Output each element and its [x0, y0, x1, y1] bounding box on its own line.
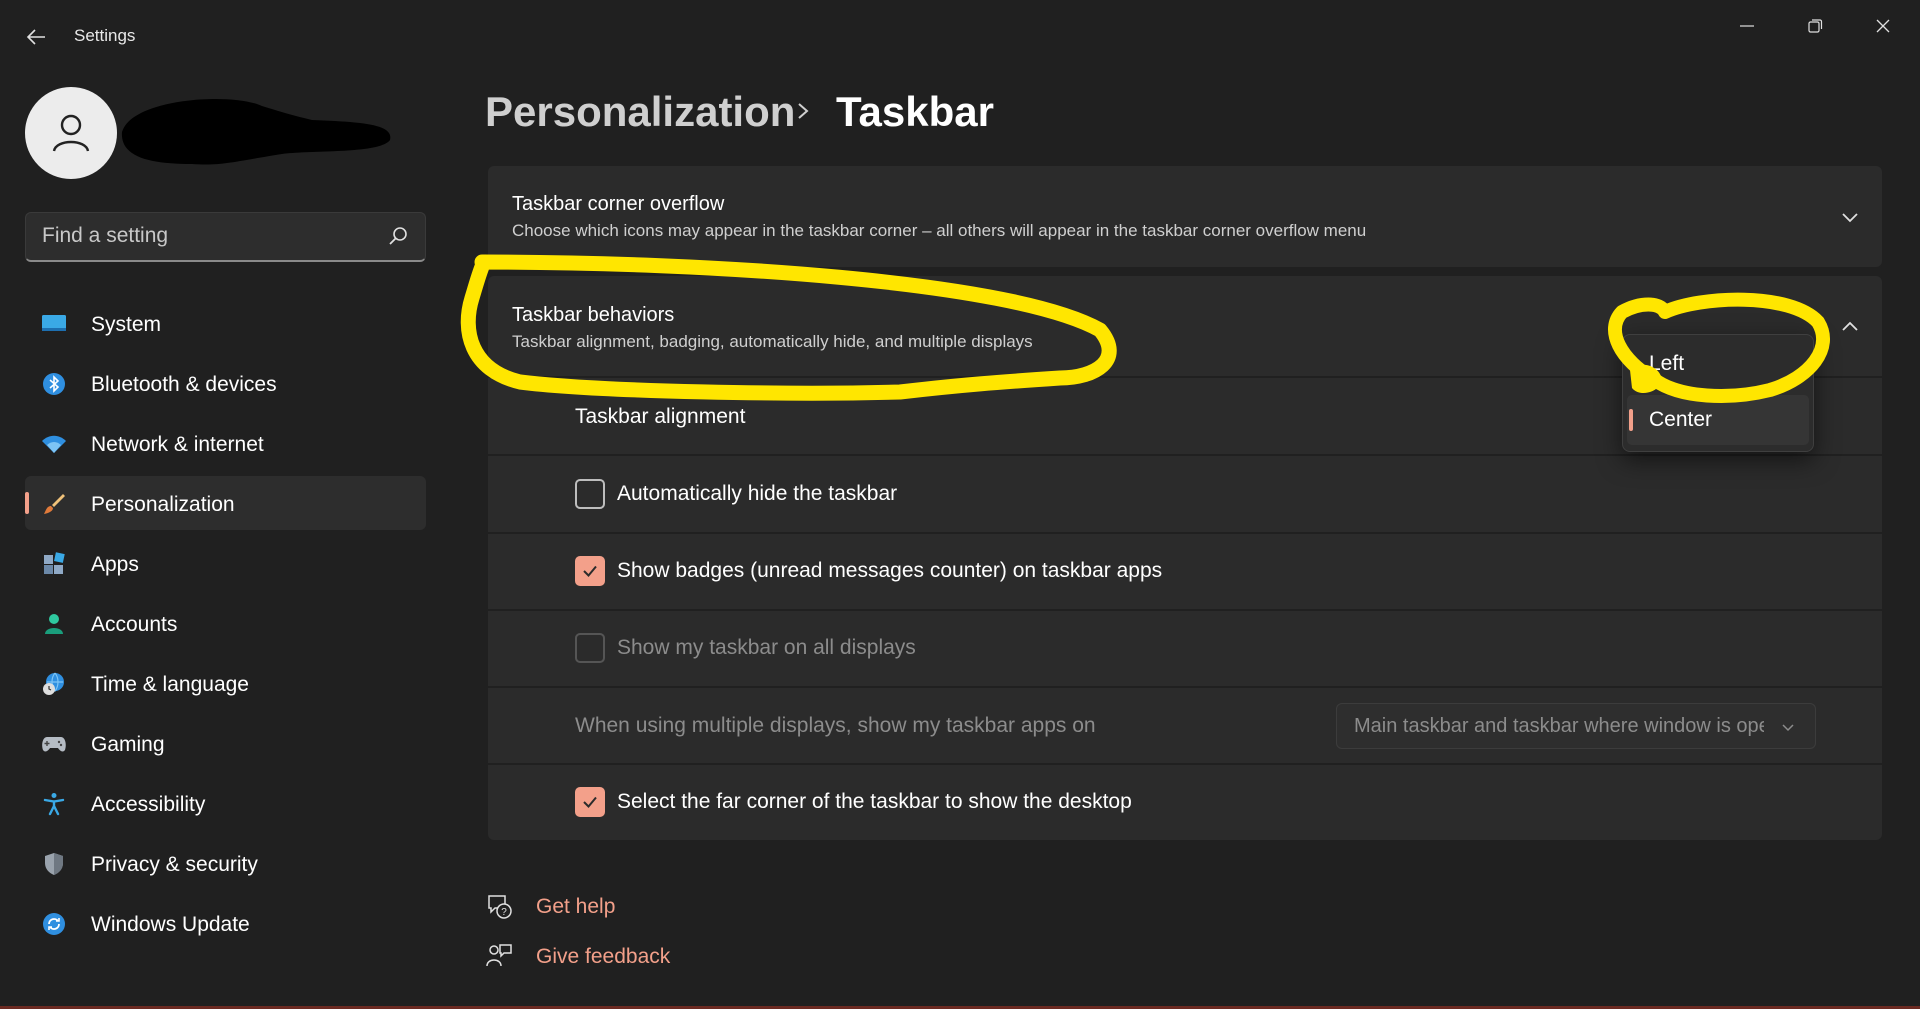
close-button[interactable] [1852, 8, 1914, 44]
user-icon [52, 114, 90, 152]
badges-row[interactable]: Show badges (unread messages counter) on… [488, 534, 1882, 609]
badges-checkbox[interactable] [575, 556, 605, 586]
feedback-icon [486, 944, 512, 967]
back-arrow-icon [26, 29, 45, 45]
apps-icon [41, 551, 67, 577]
section-description: Choose which icons may appear in the tas… [512, 221, 1367, 240]
svg-text:?: ? [501, 907, 507, 918]
search-box[interactable] [25, 212, 426, 262]
alignment-option-left[interactable]: Left [1627, 339, 1809, 389]
brush-icon [41, 491, 67, 517]
alignment-option-center[interactable]: Center [1627, 395, 1809, 445]
sidebar-item-bluetooth[interactable]: Bluetooth & devices [25, 356, 426, 410]
checkmark-icon [583, 796, 597, 808]
multi-display-value: Main taskbar and taskbar where window is… [1354, 715, 1764, 737]
help-icon: ? [488, 895, 512, 919]
option-label: Center [1649, 408, 1713, 431]
all-displays-checkbox [575, 633, 605, 663]
sidebar-item-label: Accounts [91, 613, 178, 636]
close-icon [1876, 19, 1890, 33]
sidebar-item-label: Bluetooth & devices [91, 373, 277, 396]
person-icon [41, 611, 67, 637]
back-button[interactable] [18, 20, 54, 54]
sidebar-item-label: Accessibility [91, 793, 206, 816]
sidebar-item-privacy[interactable]: Privacy & security [25, 836, 426, 890]
avatar[interactable] [25, 87, 117, 179]
multi-display-row: When using multiple displays, show my ta… [488, 688, 1882, 763]
sidebar-item-label: Windows Update [91, 913, 250, 936]
far-corner-label: Select the far corner of the taskbar to … [617, 790, 1132, 813]
accessibility-icon [41, 791, 67, 817]
all-displays-row: Show my taskbar on all displays [488, 611, 1882, 686]
app-title: Settings [74, 26, 136, 45]
sidebar-item-label: Time & language [91, 673, 249, 696]
sidebar-item-time-language[interactable]: Time & language [25, 656, 426, 710]
restore-icon [1808, 19, 1823, 33]
restore-button[interactable] [1784, 8, 1846, 44]
sidebar-item-label: Gaming [91, 733, 165, 756]
section-title: Taskbar behaviors [512, 304, 675, 326]
page-title: Taskbar [836, 88, 994, 135]
breadcrumb-chevron-icon [798, 103, 809, 119]
far-corner-row[interactable]: Select the far corner of the taskbar to … [488, 765, 1882, 840]
chevron-down-icon[interactable] [1838, 205, 1862, 229]
all-displays-label: Show my taskbar on all displays [617, 636, 916, 659]
globe-clock-icon [41, 671, 67, 697]
section-title: Taskbar corner overflow [512, 193, 725, 215]
option-label: Left [1649, 352, 1685, 375]
sidebar-item-label: Network & internet [91, 433, 264, 456]
auto-hide-row[interactable]: Automatically hide the taskbar [488, 456, 1882, 532]
sidebar-item-system[interactable]: System [25, 296, 426, 350]
gamepad-icon [41, 731, 67, 757]
wifi-icon [41, 431, 67, 457]
sidebar-item-windows-update[interactable]: Windows Update [25, 896, 426, 950]
chevron-down-icon [1782, 724, 1794, 732]
taskbar-alignment-label: Taskbar alignment [575, 405, 746, 428]
bluetooth-icon [41, 371, 67, 397]
checkmark-icon [583, 565, 597, 577]
search-icon[interactable] [387, 225, 409, 247]
sidebar-item-label: Privacy & security [91, 853, 258, 876]
title-bar: Settings [0, 0, 1920, 72]
breadcrumb-parent[interactable]: Personalization [485, 88, 795, 136]
sidebar-item-label: System [91, 313, 162, 336]
shield-icon [41, 851, 67, 877]
get-help-label: Get help [536, 895, 616, 918]
update-icon [41, 911, 67, 937]
give-feedback-label: Give feedback [536, 945, 671, 968]
badges-label: Show badges (unread messages counter) on… [617, 559, 1163, 582]
auto-hide-checkbox[interactable] [575, 479, 605, 509]
taskbar-corner-overflow-section[interactable]: Taskbar corner overflow Choose which ico… [488, 166, 1882, 267]
sidebar-item-personalization[interactable]: Personalization [25, 476, 426, 530]
search-input[interactable] [26, 213, 366, 259]
redacted-username [121, 98, 391, 165]
sidebar-item-accounts[interactable]: Accounts [25, 596, 426, 650]
far-corner-checkbox[interactable] [575, 787, 605, 817]
minimize-button[interactable] [1716, 8, 1778, 44]
chevron-up-icon[interactable] [1838, 315, 1862, 339]
minimize-icon [1740, 25, 1754, 27]
multi-display-select: Main taskbar and taskbar where window is… [1336, 703, 1816, 749]
sidebar-item-network[interactable]: Network & internet [25, 416, 426, 470]
sidebar-item-apps[interactable]: Apps [25, 536, 426, 590]
section-description: Taskbar alignment, badging, automaticall… [512, 332, 1033, 351]
sidebar-item-label: Personalization [91, 493, 235, 516]
auto-hide-label: Automatically hide the taskbar [617, 482, 898, 505]
system-icon [41, 311, 67, 337]
multi-display-label: When using multiple displays, show my ta… [575, 714, 1096, 737]
sidebar-item-accessibility[interactable]: Accessibility [25, 776, 426, 830]
sidebar-item-gaming[interactable]: Gaming [25, 716, 426, 770]
active-indicator [25, 492, 29, 514]
sidebar-item-label: Apps [91, 553, 139, 576]
alignment-dropdown[interactable]: Left Center [1622, 334, 1814, 452]
selected-indicator [1629, 409, 1633, 431]
